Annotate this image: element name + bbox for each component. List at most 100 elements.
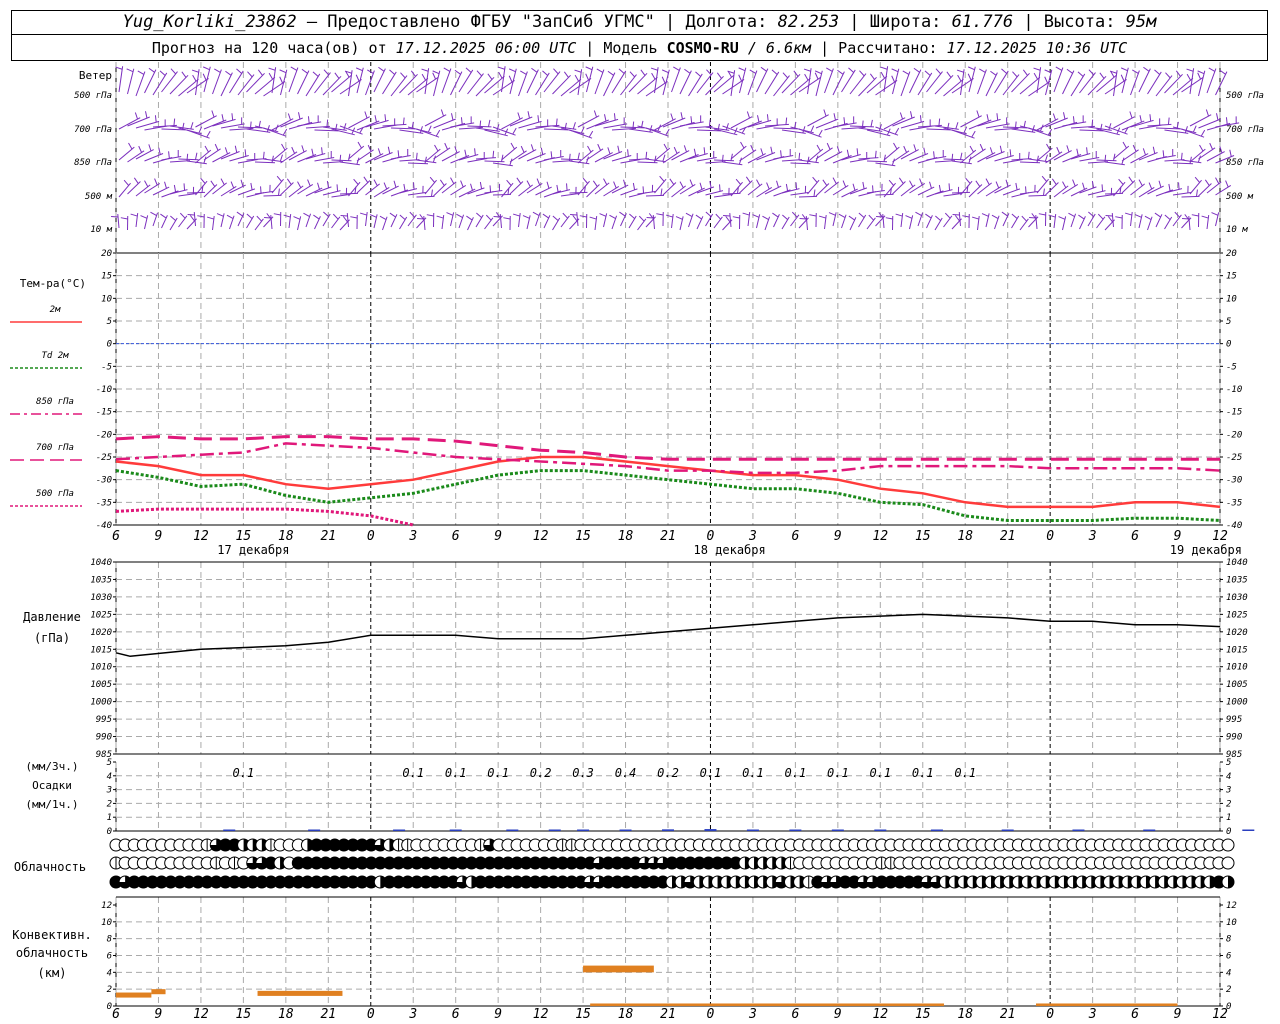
wind-barb-flag — [485, 214, 492, 221]
wind-barb-flag — [599, 213, 607, 217]
wind-barb — [576, 212, 579, 227]
wind-barb — [1113, 70, 1118, 97]
wind-barb-flag — [279, 154, 283, 162]
hour-label: 0 — [367, 529, 375, 544]
wind-barb-flag — [895, 213, 903, 217]
wind-barb — [254, 218, 264, 231]
temp-legend-label: Td 2м — [41, 351, 69, 361]
precip-axis-tick-right: 5 — [1226, 758, 1231, 768]
wind-barb-flag — [793, 70, 799, 77]
wind-barb-flag — [532, 211, 540, 217]
cloud-title: Облачность — [14, 860, 86, 874]
wind-barb-flag — [798, 152, 801, 160]
wind-barb — [790, 214, 800, 227]
pressure-axis-tick-right: 1025 — [1226, 610, 1248, 620]
wind-barb-flag — [771, 69, 778, 75]
wind-barb — [926, 156, 947, 161]
wind-level-label-right: 500 гПа — [1226, 91, 1264, 101]
wind-barb-flag — [226, 214, 234, 220]
wind-barb — [475, 157, 496, 160]
wind-barb — [1188, 216, 1191, 231]
wind-barb — [849, 125, 875, 128]
wind-barb — [144, 69, 157, 94]
wind-barb-flag — [164, 181, 167, 189]
wind-barb-flag — [1225, 117, 1228, 125]
wind-barb-flag — [273, 213, 281, 216]
wind-barb-flag — [421, 68, 429, 72]
wind-barb-flag — [684, 68, 691, 74]
pressure-axis-tick-right: 1040 — [1226, 558, 1248, 568]
precip-bar — [831, 829, 844, 831]
wind-barb-flag — [883, 154, 886, 162]
wind-barb-flag — [460, 117, 463, 125]
wind-barb — [441, 68, 452, 94]
wind-barb — [135, 213, 139, 228]
wind-barb-flag — [192, 74, 197, 82]
wind-barb-flag — [522, 215, 530, 219]
precip-bar — [506, 829, 519, 831]
hour-label: 12 — [193, 529, 209, 544]
wind-barb-flag — [935, 68, 942, 75]
temp-axis-tick-right: -35 — [1226, 498, 1242, 508]
wind-barb-flag — [1101, 184, 1104, 192]
wind-barb-flag — [555, 118, 558, 126]
wind-barb-flag — [577, 152, 580, 160]
precip-3h-label: 0.1 — [233, 766, 255, 780]
wind-barb-flag — [364, 111, 368, 119]
wind-barb-flag — [609, 214, 616, 220]
wind-barb-flag — [301, 68, 308, 74]
wind-barb-flag — [498, 71, 503, 79]
wind-barb-flag — [833, 113, 836, 121]
wind-barb-flag — [832, 177, 837, 185]
wind-barb-flag — [1194, 176, 1201, 183]
temp-axis-tick-right: 20 — [1226, 249, 1237, 259]
wind-barb-flag — [1099, 72, 1105, 79]
precip-bar — [746, 829, 759, 831]
bottom-hour-label: 0 — [367, 1007, 375, 1022]
wind-barb-flag — [956, 69, 964, 73]
precip-bar — [704, 829, 717, 831]
hour-label: 0 — [707, 529, 715, 544]
wind-barb-flag — [902, 70, 910, 75]
wind-barb-flag — [312, 71, 319, 77]
wind-barb-flag — [1208, 67, 1216, 72]
wind-barb — [705, 213, 714, 227]
wind-barb-flag — [799, 217, 807, 220]
hour-label: 0 — [1046, 529, 1054, 544]
precip-axis-tick-right: 1 — [1226, 813, 1231, 823]
wind-barb-flag — [1180, 152, 1183, 160]
meteogram-chart: Ветер 500 гПа 500 гПа 700 гПа 700 гПа 850 гПа… — [10, 62, 1264, 1022]
wind-barb-flag — [1197, 70, 1205, 75]
wind-barb-flag — [842, 180, 847, 188]
wind-barb-flag — [1048, 214, 1056, 218]
wind-barb-flag — [383, 182, 388, 190]
wind-barb — [1164, 73, 1183, 94]
wind-barb-flag — [770, 146, 773, 154]
wind-barb-flag — [432, 70, 440, 75]
conv-axis-tick-left: 8 — [107, 935, 112, 945]
wind-barb-flag — [276, 175, 283, 182]
wind-barb-flag — [417, 217, 425, 220]
wind-barb-flag — [434, 144, 439, 152]
wind-barb-flag — [493, 215, 501, 218]
wind-barb-flag — [975, 180, 981, 187]
precip-axis-tick-right: 0 — [1226, 827, 1231, 837]
precip-bar — [393, 829, 406, 831]
wind-barb — [441, 151, 460, 162]
wind-barb — [526, 69, 539, 94]
wind-barb-flag — [297, 181, 302, 189]
wind-barb-flag — [1189, 156, 1192, 164]
bottom-hour-label: 12 — [872, 1007, 888, 1022]
precip-3h-label: 0.1 — [869, 766, 891, 780]
conv-axis-tick-left: 2 — [107, 985, 112, 995]
wind-barb-flag — [307, 179, 311, 187]
wind-barb-flag — [723, 214, 731, 217]
wind-panel-title: Ветер — [79, 69, 112, 82]
wind-barb-flag — [665, 128, 670, 136]
wind-barb — [373, 152, 393, 161]
wind-barb-flag — [211, 110, 215, 118]
hour-label: 9 — [1174, 529, 1182, 544]
wind-barb-flag — [204, 145, 209, 153]
wind-barb-flag — [257, 69, 263, 76]
wind-barb-flag — [291, 146, 296, 154]
